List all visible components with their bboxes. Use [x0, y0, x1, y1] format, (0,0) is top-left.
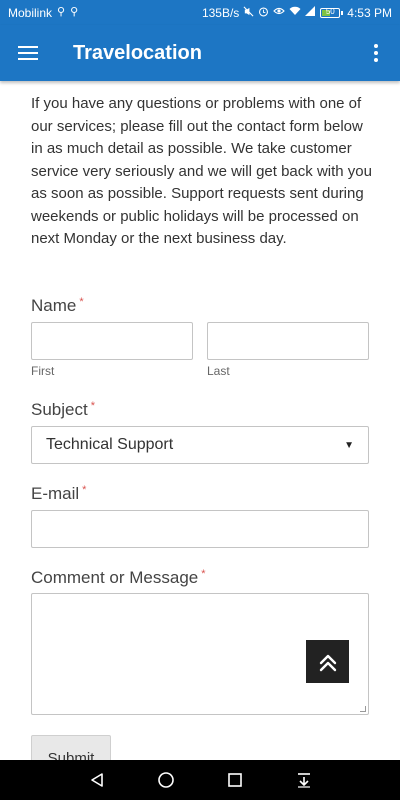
scroll-to-top-button[interactable] — [306, 640, 349, 683]
last-sublabel: Last — [207, 364, 230, 378]
menu-button[interactable] — [0, 25, 56, 81]
subject-label: Subject * — [31, 400, 95, 419]
battery-percent: 50 — [325, 6, 335, 16]
carrier-name: Mobilink — [8, 5, 53, 20]
eye-icon — [273, 6, 286, 19]
overflow-menu-button[interactable] — [352, 25, 400, 81]
home-button[interactable] — [151, 765, 181, 795]
mute-icon — [243, 6, 254, 20]
intro-text: If you have any questions or problems wi… — [31, 95, 372, 247]
email-field[interactable] — [31, 510, 369, 548]
required-marker: * — [90, 400, 95, 412]
hamburger-icon — [18, 46, 38, 60]
usb-icon: ⚲ — [70, 6, 79, 18]
back-triangle-icon — [90, 773, 103, 787]
recents-button[interactable] — [220, 765, 250, 795]
message-label: Comment or Message * — [31, 568, 206, 587]
status-bar: Mobilink ⚲ ⚲ 135B/s 50 4:53 PM — [0, 0, 400, 25]
network-speed: 135B/s — [201, 5, 240, 20]
required-marker: * — [201, 568, 206, 580]
contact-page: If you have any questions or problems wi… — [0, 81, 400, 760]
signal-icon — [305, 6, 316, 19]
notification-pull-button[interactable] — [289, 765, 319, 795]
submit-button[interactable]: Submit — [31, 735, 111, 760]
app-title: Travelocation — [73, 41, 202, 64]
clock: 4:53 PM — [347, 5, 392, 20]
email-label: E-mail * — [31, 484, 87, 503]
required-marker: * — [82, 484, 87, 496]
home-circle-icon — [157, 772, 174, 788]
name-label: Name * — [31, 296, 84, 315]
back-button[interactable] — [82, 765, 112, 795]
double-chevron-up-icon — [319, 654, 336, 671]
recents-square-icon — [227, 773, 242, 787]
first-sublabel: First — [31, 364, 55, 378]
dropdown-arrow-icon: ▼ — [344, 439, 354, 451]
subject-selected-value: Technical Support — [46, 436, 174, 453]
first-name-input[interactable] — [31, 322, 193, 360]
last-name-input[interactable] — [207, 322, 369, 360]
battery-icon: 50 — [320, 6, 344, 18]
usb-icon: ⚲ — [57, 6, 66, 18]
more-vert-icon — [374, 44, 378, 62]
system-nav-bar — [0, 760, 400, 800]
resize-grip-icon[interactable] — [360, 706, 366, 712]
subject-select[interactable]: Technical Support ▼ — [31, 426, 369, 464]
wifi-icon — [289, 6, 301, 19]
alarm-icon — [258, 6, 269, 20]
required-marker: * — [79, 296, 84, 308]
app-bar: Travelocation — [0, 25, 400, 81]
pull-down-icon — [297, 773, 310, 788]
